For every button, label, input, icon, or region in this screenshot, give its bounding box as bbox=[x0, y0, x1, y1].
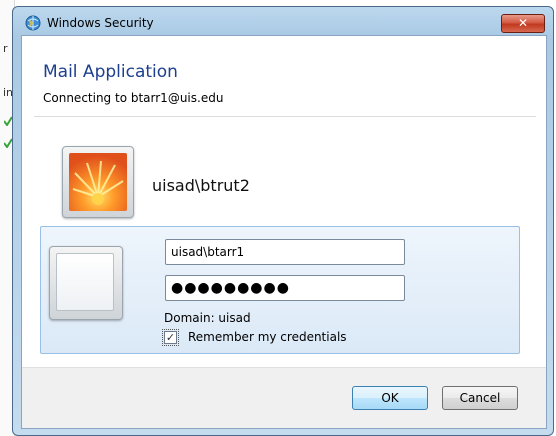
close-icon: ✕ bbox=[517, 16, 529, 30]
green-check-icon bbox=[4, 138, 12, 148]
saved-user-tile[interactable] bbox=[62, 146, 134, 218]
username-field[interactable]: uisad\btarr1 bbox=[165, 239, 405, 265]
button-bar: OK Cancel bbox=[22, 367, 546, 428]
shield-globe-icon bbox=[25, 15, 41, 31]
credential-panel: uisad\btarr1 ●●●●●●●●● Domain: uisad ✓ R… bbox=[40, 226, 520, 354]
saved-user-name[interactable]: uisad\btrut2 bbox=[152, 176, 250, 195]
dialog-body: Mail Application Connecting to btarr1@ui… bbox=[21, 35, 547, 429]
remember-checkbox[interactable]: ✓ bbox=[162, 329, 179, 346]
window-title: Windows Security bbox=[47, 16, 154, 30]
ok-button[interactable]: OK bbox=[352, 386, 428, 410]
dialog-heading: Mail Application bbox=[43, 62, 178, 82]
background-text: r bbox=[3, 42, 8, 55]
checkmark-icon: ✓ bbox=[165, 331, 176, 344]
green-check-icon bbox=[4, 116, 12, 126]
blank-user-picture bbox=[56, 253, 114, 311]
close-button[interactable]: ✕ bbox=[501, 14, 545, 33]
security-dialog: Windows Security ✕ Mail Application Conn… bbox=[12, 6, 554, 436]
blank-user-tile bbox=[49, 246, 123, 320]
password-field[interactable]: ●●●●●●●●● bbox=[165, 275, 405, 301]
title-bar[interactable]: Windows Security ✕ bbox=[21, 11, 545, 35]
domain-label: Domain: uisad bbox=[164, 311, 251, 325]
remember-label: Remember my credentials bbox=[188, 330, 347, 344]
divider bbox=[34, 116, 536, 117]
flower-user-picture bbox=[69, 153, 127, 211]
connecting-text: Connecting to btarr1@uis.edu bbox=[43, 91, 224, 105]
cancel-button[interactable]: Cancel bbox=[442, 386, 518, 410]
